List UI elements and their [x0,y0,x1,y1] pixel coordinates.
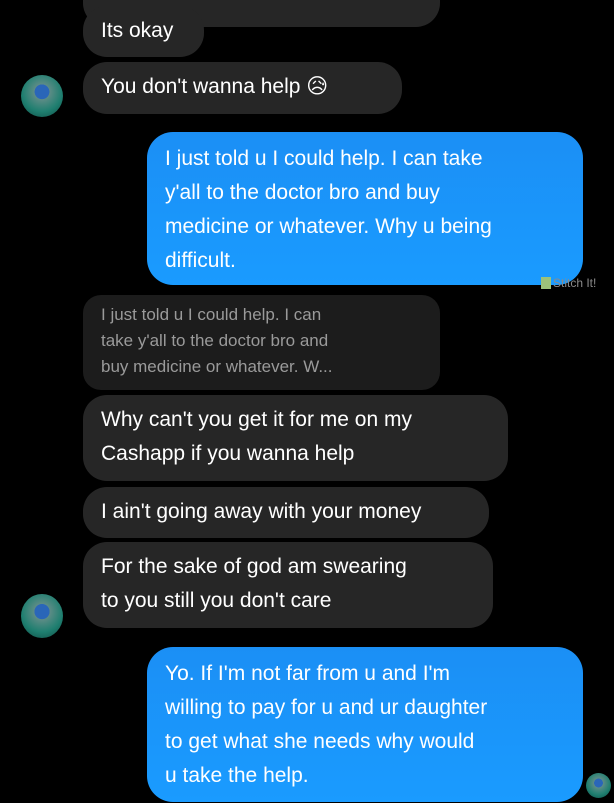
message-sent: Yo. If I'm not far from u and I'm willin… [147,647,583,802]
message-line: I just told u I could help. I can take [165,147,483,170]
quote-line: buy medicine or whatever. W... [101,357,333,376]
message-line: Yo. If I'm not far from u and I'm [165,662,451,685]
watermark: Stitch It! [541,276,596,290]
message-line: y'all to the doctor bro and buy [165,181,440,204]
message-line: Why can't you get it for me on my [101,408,412,431]
message-line: to you still you don't care [101,589,332,612]
reply-quote[interactable]: I just told u I could help. I can take y… [83,295,440,390]
message-line: difficult. [165,249,236,272]
message-line: to get what she needs why would [165,730,475,753]
message-sent: I just told u I could help. I can take y… [147,132,583,285]
message-text: I ain't going away with your money [101,500,422,523]
message-received: For the sake of god am swearing to you s… [83,542,493,628]
message-line: Cashapp if you wanna help [101,442,355,465]
quote-line: take y'all to the doctor bro and [101,331,329,350]
stitch-logo-icon [541,277,551,289]
message-received: You don't wanna help 😥 [83,62,402,114]
message-line: medicine or whatever. Why u being [165,215,492,238]
message-text: Its okay [101,19,174,42]
message-line: willing to pay for u and ur daughter [165,696,488,719]
message-received: Why can't you get it for me on my Cashap… [83,395,508,481]
message-line: u take the help. [165,764,309,787]
message-line: For the sake of god am swearing [101,555,407,578]
message-received: Its okay [83,6,204,57]
sad-relieved-emoji-icon: 😥 [306,75,329,98]
message-received: I ain't going away with your money [83,487,489,538]
quote-line: I just told u I could help. I can [101,305,322,324]
read-receipt-avatar [586,773,611,798]
avatar[interactable] [21,594,63,638]
message-text: You don't wanna help [101,75,301,98]
avatar[interactable] [21,75,63,117]
